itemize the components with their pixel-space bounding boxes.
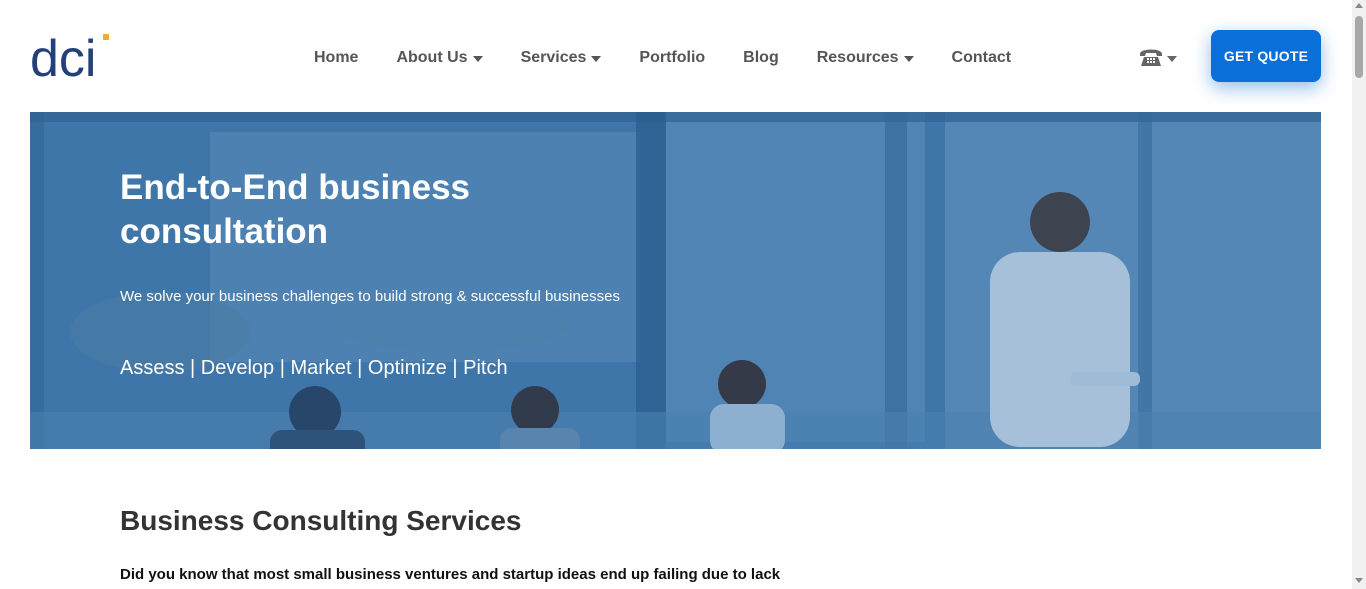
caret-down-icon	[903, 55, 914, 62]
hero-background-image	[30, 112, 1321, 449]
section-title: Business Consulting Services	[120, 505, 522, 536]
caret-down-icon	[591, 55, 602, 62]
hero-subtitle: We solve your business challenges to bui…	[120, 288, 620, 305]
get-quote-button[interactable]: GET QUOTE	[1211, 30, 1321, 82]
page-scrollbar[interactable]	[1352, 0, 1366, 589]
scrollbar-thumb[interactable]	[1355, 16, 1363, 78]
main-nav: Home About Us Services Portfolio Blog Re…	[314, 46, 1049, 70]
site-header: dci Home About Us Services Portfolio Blo…	[0, 0, 1352, 112]
nav-portfolio-label: Portfolio	[639, 49, 706, 66]
hero-title: End-to-End business consultation	[120, 168, 470, 251]
nav-blog[interactable]: Blog	[743, 49, 779, 67]
nav-portfolio[interactable]: Portfolio	[639, 49, 705, 67]
scroll-up-arrow-icon[interactable]	[1355, 3, 1363, 8]
nav-about-us[interactable]: About Us	[396, 49, 483, 67]
nav-about-us-label: About Us	[396, 49, 468, 66]
nav-resources-label: Resources	[816, 49, 899, 66]
nav-services[interactable]: Services	[521, 49, 602, 67]
nav-home[interactable]: Home	[314, 49, 358, 67]
logo-dot	[103, 34, 109, 40]
phone-icon	[1140, 49, 1162, 66]
nav-contact-label: Contact	[951, 49, 1012, 66]
section-intro-text: Did you know that most small business ve…	[120, 566, 781, 583]
phone-dropdown[interactable]	[1138, 45, 1177, 69]
nav-home-label: Home	[314, 49, 359, 66]
nav-contact[interactable]: Contact	[952, 49, 1012, 67]
hero-pillars: Assess | Develop | Market | Optimize | P…	[120, 357, 508, 379]
dci-logo[interactable]: dci	[30, 32, 112, 80]
caret-down-icon	[472, 55, 483, 62]
hero-banner: End-to-End business consultation We solv…	[30, 112, 1321, 449]
caret-down-icon	[1167, 56, 1177, 62]
logo-text: dci	[30, 32, 96, 80]
nav-resources[interactable]: Resources	[817, 49, 914, 67]
nav-blog-label: Blog	[743, 49, 779, 66]
scroll-down-arrow-icon[interactable]	[1355, 578, 1363, 583]
nav-services-label: Services	[520, 49, 587, 66]
